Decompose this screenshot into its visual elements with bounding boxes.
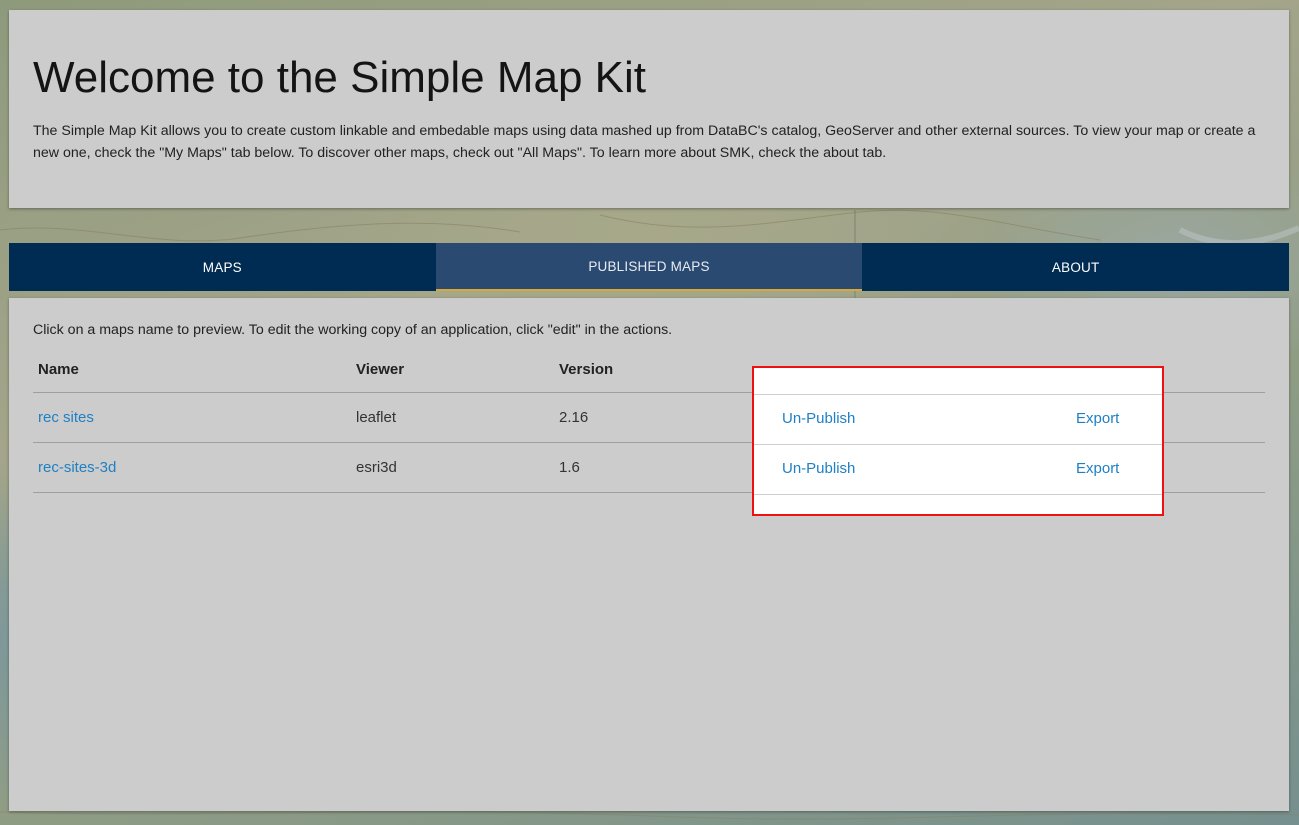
viewer-cell: leaflet	[351, 392, 554, 443]
column-header-version: Version	[554, 346, 777, 393]
tab-maps[interactable]: MAPS	[9, 243, 436, 291]
action-row: Un-Publish Export	[754, 444, 1162, 495]
instructions-text: Click on a maps name to preview. To edit…	[33, 322, 673, 338]
map-name-cell: rec sites	[33, 392, 351, 443]
actions-highlight-box: Un-Publish Export Un-Publish Export	[752, 366, 1164, 516]
map-name-cell: rec-sites-3d	[33, 442, 351, 493]
welcome-card: Welcome to the Simple Map Kit The Simple…	[9, 10, 1289, 208]
unpublish-link[interactable]: Un-Publish	[782, 460, 855, 477]
viewer-cell: esri3d	[351, 442, 554, 493]
version-cell: 2.16	[554, 392, 777, 443]
action-row-divider	[754, 494, 1162, 515]
map-name-link[interactable]: rec-sites-3d	[38, 459, 116, 476]
version-cell: 1.6	[554, 442, 777, 493]
export-link[interactable]: Export	[1076, 410, 1119, 427]
tab-published-maps[interactable]: PUBLISHED MAPS	[435, 243, 863, 291]
tab-bar: MAPS PUBLISHED MAPS ABOUT	[9, 243, 1289, 291]
tab-about[interactable]: ABOUT	[862, 243, 1289, 291]
map-name-link[interactable]: rec sites	[38, 409, 94, 426]
page-title: Welcome to the Simple Map Kit	[33, 53, 646, 102]
unpublish-link[interactable]: Un-Publish	[782, 410, 855, 427]
column-header-viewer: Viewer	[351, 346, 554, 393]
column-header-name: Name	[33, 346, 351, 393]
action-row: Un-Publish Export	[754, 394, 1162, 445]
export-link[interactable]: Export	[1076, 460, 1119, 477]
intro-text: The Simple Map Kit allows you to create …	[33, 123, 1256, 161]
